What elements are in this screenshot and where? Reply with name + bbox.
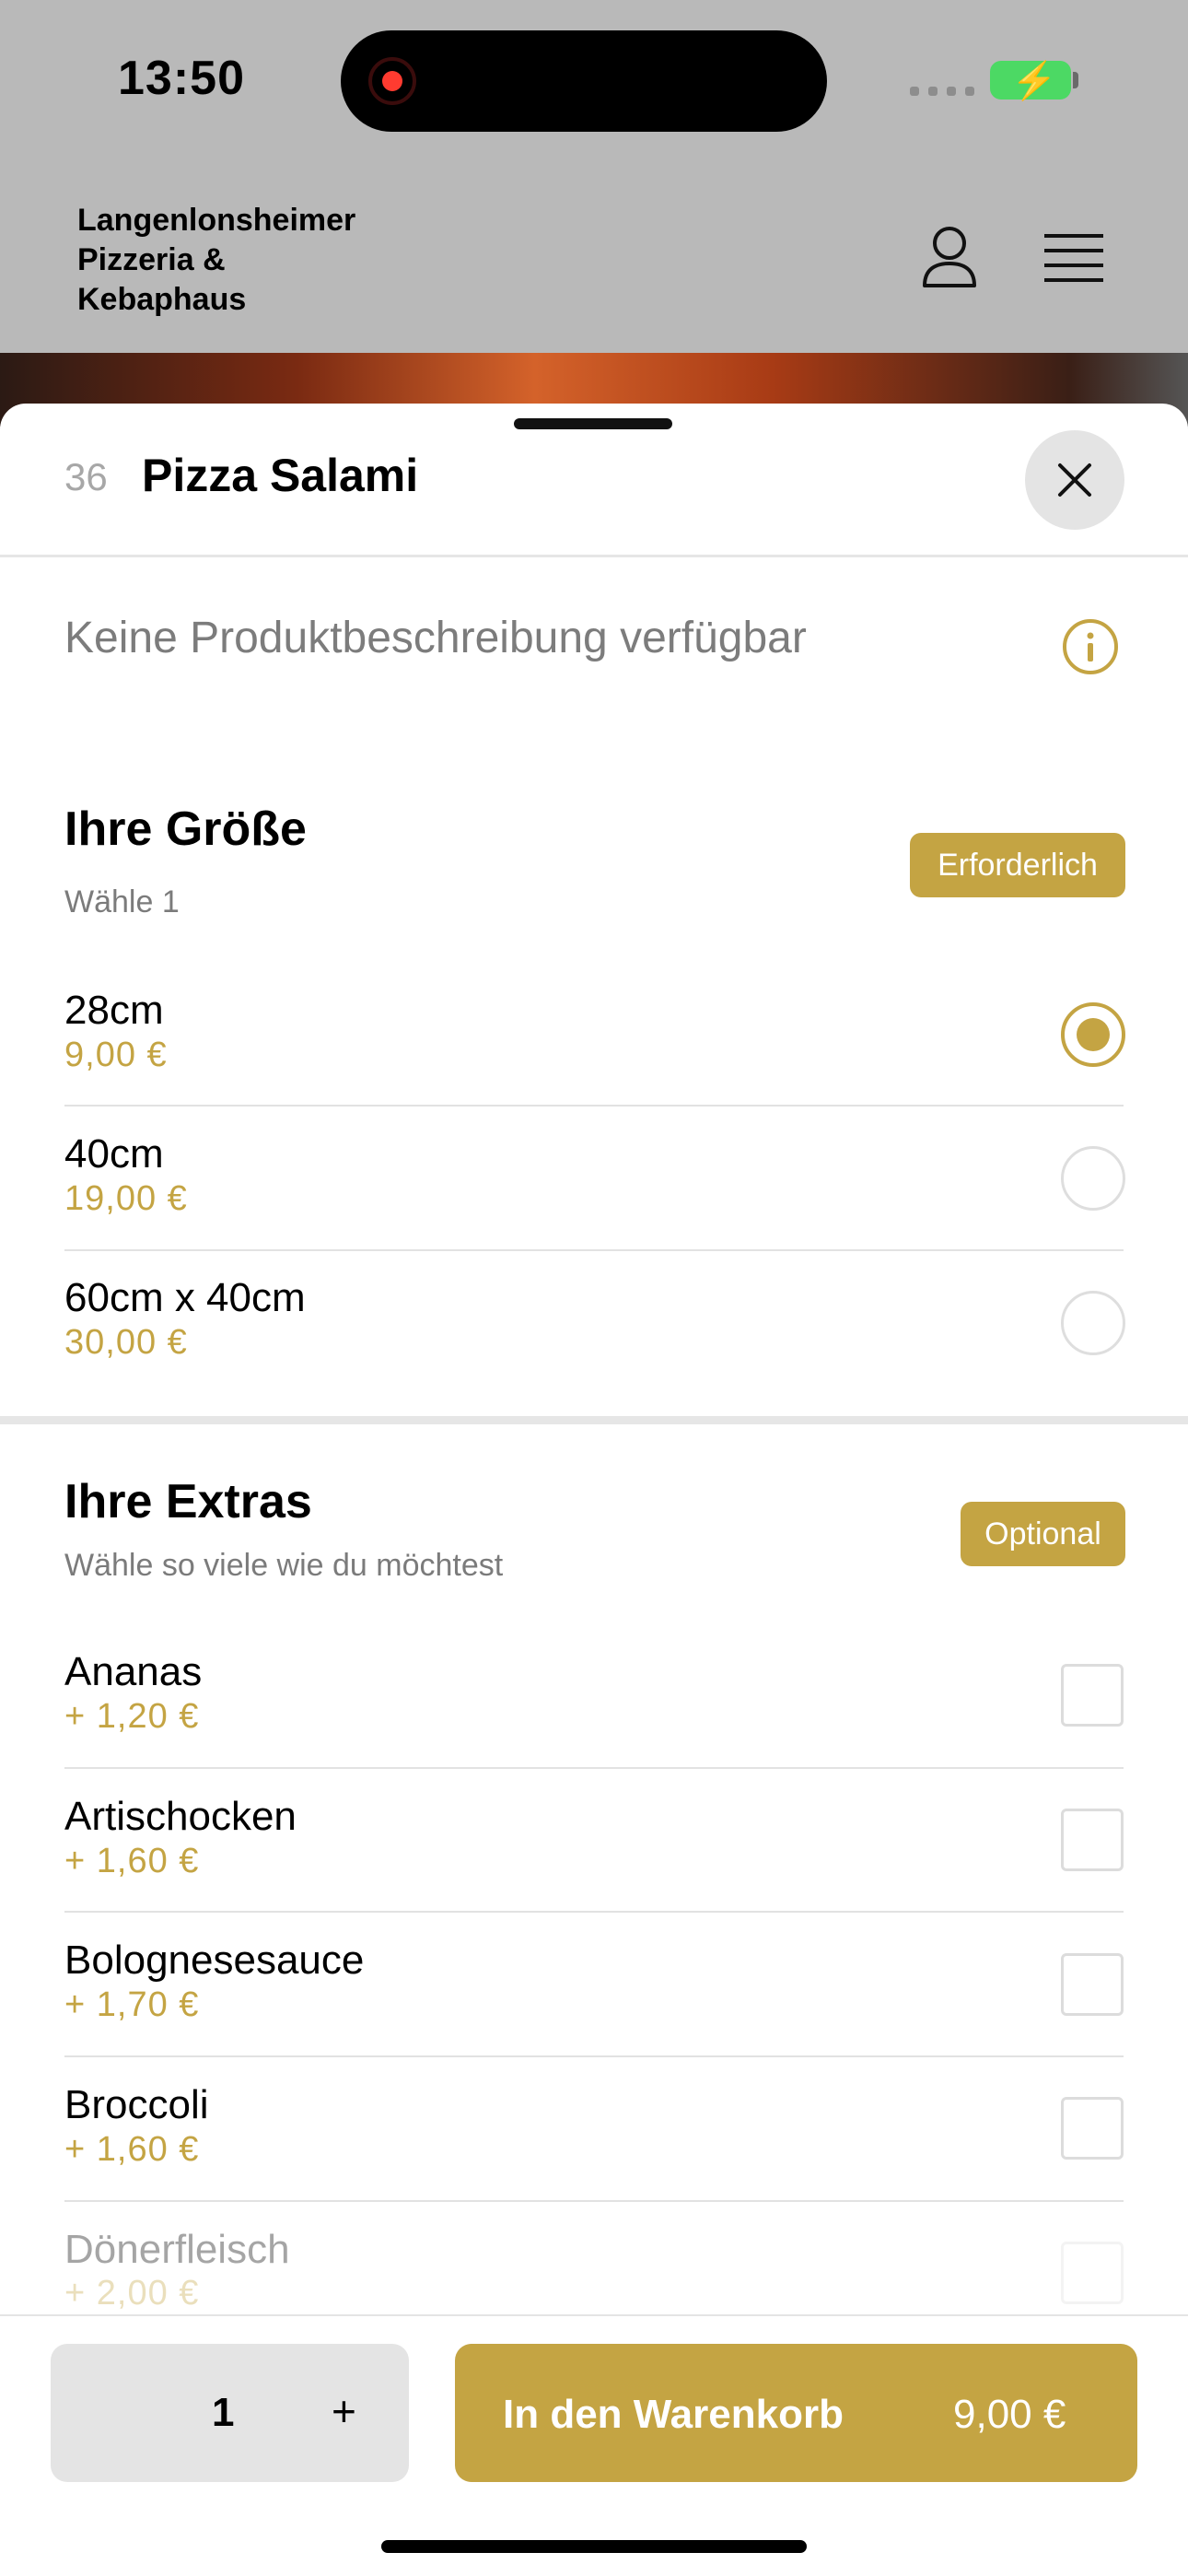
row-divider bbox=[64, 2200, 1124, 2202]
close-icon bbox=[1058, 463, 1091, 497]
size-name: 40cm bbox=[64, 1131, 164, 1177]
size-price: 19,00 € bbox=[64, 1179, 188, 1218]
add-to-cart-label: In den Warenkorb bbox=[503, 2392, 844, 2437]
extras-title: Ihre Extras bbox=[64, 1475, 312, 1528]
recording-indicator-icon bbox=[368, 57, 416, 105]
extras-subtitle: Wähle so viele wie du möchtest bbox=[64, 1548, 504, 1583]
extra-price: + 1,60 € bbox=[64, 2130, 200, 2169]
cart-price: 9,00 € bbox=[953, 2392, 1066, 2437]
size-option-28cm[interactable] bbox=[0, 977, 1188, 1101]
brand-line: Pizzeria & bbox=[77, 242, 226, 277]
size-radio-selected[interactable] bbox=[1061, 1002, 1125, 1067]
quantity-value: 1 bbox=[212, 2390, 235, 2435]
product-description: Keine Produktbeschreibung verfügbar bbox=[64, 614, 807, 662]
signal-icon bbox=[910, 87, 974, 96]
home-indicator[interactable] bbox=[381, 2540, 807, 2553]
sizes-subtitle: Wähle 1 bbox=[64, 884, 180, 919]
size-price: 30,00 € bbox=[64, 1323, 188, 1362]
menu-icon[interactable] bbox=[1044, 232, 1103, 288]
sheet-grabber[interactable] bbox=[514, 418, 672, 429]
extra-price: + 1,20 € bbox=[64, 1697, 200, 1736]
sizes-title: Ihre Größe bbox=[64, 802, 307, 856]
status-time: 13:50 bbox=[118, 52, 245, 105]
size-price: 9,00 € bbox=[64, 1036, 168, 1074]
extra-price: + 2,00 € bbox=[64, 2274, 200, 2313]
brand-line: Langenlonsheimer bbox=[77, 203, 356, 238]
required-badge: Erforderlich bbox=[910, 833, 1125, 897]
row-divider bbox=[64, 2055, 1124, 2057]
extra-checkbox[interactable] bbox=[1061, 1809, 1124, 1871]
row-divider bbox=[64, 1105, 1124, 1107]
extra-name: Dönerfleisch bbox=[64, 2227, 290, 2272]
footer-divider bbox=[0, 2314, 1188, 2316]
size-radio[interactable] bbox=[1061, 1291, 1125, 1355]
brand-line: Kebaphaus bbox=[77, 282, 247, 317]
restaurant-name[interactable]: Langenlonsheimer Pizzeria & Kebaphaus bbox=[77, 201, 409, 320]
row-divider bbox=[64, 1911, 1124, 1913]
size-name: 28cm bbox=[64, 988, 164, 1033]
extra-checkbox[interactable] bbox=[1061, 1953, 1124, 2016]
extra-name: Bolognesesauce bbox=[64, 1938, 365, 1983]
info-icon[interactable] bbox=[1061, 617, 1120, 681]
user-icon[interactable] bbox=[921, 225, 978, 294]
extra-price: + 1,70 € bbox=[64, 1985, 200, 2024]
increment-button[interactable]: + bbox=[332, 2386, 356, 2436]
battery-tip bbox=[1073, 72, 1078, 88]
extra-name: Artischocken bbox=[64, 1794, 297, 1839]
product-title: Pizza Salami bbox=[142, 450, 419, 501]
row-divider bbox=[64, 1767, 1124, 1769]
size-radio[interactable] bbox=[1061, 1146, 1125, 1211]
product-number: 36 bbox=[64, 455, 108, 498]
extra-price: + 1,60 € bbox=[64, 1842, 200, 1880]
size-name: 60cm x 40cm bbox=[64, 1275, 306, 1320]
charging-bolt-icon: ⚡ bbox=[1011, 61, 1057, 101]
extra-checkbox[interactable] bbox=[1061, 1664, 1124, 1727]
section-divider bbox=[0, 1416, 1188, 1424]
optional-badge: Optional bbox=[961, 1502, 1125, 1566]
extra-name: Ananas bbox=[64, 1649, 203, 1694]
close-button[interactable] bbox=[1025, 430, 1124, 530]
header-divider bbox=[0, 555, 1188, 557]
extra-checkbox[interactable] bbox=[1061, 2242, 1124, 2304]
extra-checkbox[interactable] bbox=[1061, 2097, 1124, 2160]
extra-name: Broccoli bbox=[64, 2082, 209, 2127]
row-divider bbox=[64, 1249, 1124, 1251]
